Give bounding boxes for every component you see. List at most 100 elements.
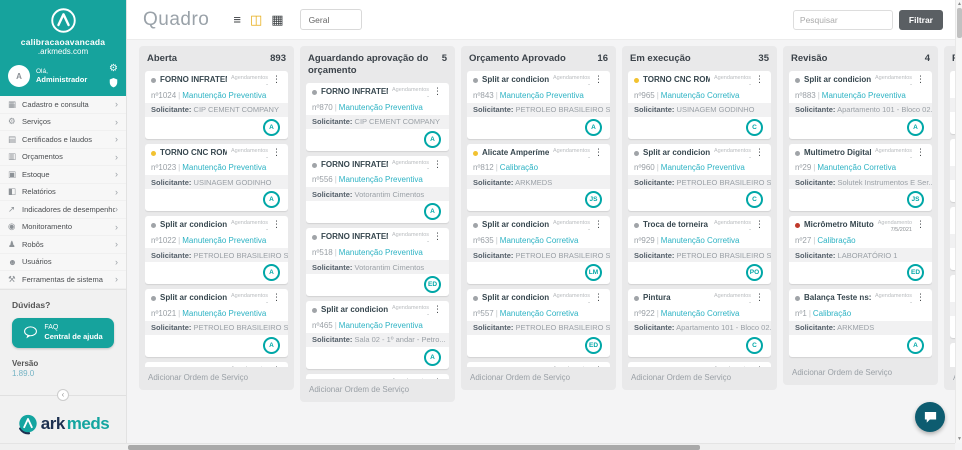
- order-card[interactable]: PinturaAgendamentos-⋮nº922|Manutenção Co…: [628, 289, 771, 357]
- maintenance-type-link[interactable]: Manutenção Corretiva: [500, 309, 579, 318]
- order-card[interactable]: Multimetro Digital F...Agendamentos-⋮nº2…: [789, 144, 932, 212]
- chat-button[interactable]: [915, 402, 945, 432]
- maintenance-type-link[interactable]: Manutenção Corretiva: [500, 236, 579, 245]
- sidebar-item-ferramentas-de-sistema[interactable]: ⚒Ferramentas de sistema›: [0, 271, 126, 289]
- scroll-up-arrow-icon[interactable]: ▲: [956, 1, 962, 7]
- maintenance-type-link[interactable]: Calibração: [813, 309, 851, 318]
- card-menu-icon[interactable]: ⋮: [432, 378, 443, 379]
- maintenance-type-link[interactable]: Manutenção Preventiva: [500, 91, 584, 100]
- card-menu-icon[interactable]: ⋮: [754, 75, 765, 84]
- settings-gear-icon[interactable]: ⚙: [109, 64, 118, 74]
- kanban-view-icon[interactable]: ◫: [250, 13, 262, 26]
- sidebar-item-certificados-e-laudos[interactable]: ▤Certificados e laudos›: [0, 131, 126, 149]
- maintenance-type-link[interactable]: Manutenção Corretiva: [661, 91, 740, 100]
- add-order-button[interactable]: Adicionar Ordem de Serviço: [789, 362, 932, 379]
- sidebar-item-robos[interactable]: ♟Robôs›: [0, 236, 126, 254]
- add-order-button[interactable]: Adicionar Ordem de Serviço: [145, 367, 288, 384]
- maintenance-type-link[interactable]: Manutenção Preventiva: [339, 248, 423, 257]
- search-input[interactable]: [793, 10, 893, 30]
- order-card[interactable]: FORNO INFRATEMP ROTA...Agendamentos-⋮nº8…: [306, 83, 449, 151]
- horizontal-scroll-thumb[interactable]: [128, 445, 700, 450]
- calendar-view-icon[interactable]: ▦: [271, 13, 283, 26]
- order-card[interactable]: Split ar condicionad...Agendamentos-⋮nº9…: [628, 144, 771, 212]
- maintenance-type-link[interactable]: Manutenção Preventiva: [339, 321, 423, 330]
- card-menu-icon[interactable]: ⋮: [271, 220, 282, 229]
- card-menu-icon[interactable]: ⋮: [915, 293, 926, 302]
- card-menu-icon[interactable]: ⋮: [593, 220, 604, 229]
- card-menu-icon[interactable]: ⋮: [593, 148, 604, 157]
- maintenance-type-link[interactable]: Manutenção Preventiva: [339, 103, 423, 112]
- horizontal-scrollbar[interactable]: [0, 443, 955, 450]
- add-order-button[interactable]: Adicionar Ordem de Serviço: [306, 379, 449, 396]
- card-menu-icon[interactable]: ⋮: [915, 75, 926, 84]
- shield-icon[interactable]: [109, 77, 118, 88]
- add-order-button[interactable]: Adicionar Ordem de Serviço: [467, 367, 610, 384]
- card-menu-icon[interactable]: ⋮: [915, 148, 926, 157]
- order-card[interactable]: FORNO INFRATEMP ROTA...Agendamentos-⋮nº1…: [145, 71, 288, 139]
- sidebar-item-indicadores-de-desempenho[interactable]: ↗Indicadores de desempenho›: [0, 201, 126, 219]
- order-card[interactable]: Troca de torneiraAgendamentos-⋮nº929|Man…: [628, 216, 771, 284]
- order-card[interactable]: Split ar condicionad...Agendamentos-⋮nº4…: [306, 301, 449, 369]
- card-menu-icon[interactable]: ⋮: [271, 366, 282, 367]
- order-card[interactable]: TORNO CNC ROMI Centu...Agendamentos-⋮nº9…: [628, 71, 771, 139]
- sidebar-item-estoque[interactable]: ▣Estoque›: [0, 166, 126, 184]
- card-menu-icon[interactable]: ⋮: [754, 148, 765, 157]
- order-card[interactable]: TORNO CNC ROMI Centu...Agendamentos-⋮nº1…: [145, 144, 288, 212]
- order-card[interactable]: PinturaAgendamentos-⋮nº263|Manutenção Co…: [467, 362, 610, 367]
- order-card[interactable]: Split ar condicionad...Agendamentos-⋮nº8…: [467, 71, 610, 139]
- card-menu-icon[interactable]: ⋮: [432, 305, 443, 314]
- sidebar-item-servicos[interactable]: ⚙Serviços›: [0, 114, 126, 132]
- card-menu-icon[interactable]: ⋮: [754, 293, 765, 302]
- sidebar-item-usuarios[interactable]: ☻Usuários›: [0, 254, 126, 272]
- order-card[interactable]: Micrômetro Mitutoyo ...Agendamento7/5/20…: [789, 216, 932, 284]
- order-card[interactable]: Balança Teste ns: ...Agendamentos-⋮nº1|C…: [789, 289, 932, 357]
- faq-help-button[interactable]: FAQ Central de ajuda: [12, 318, 114, 348]
- maintenance-type-link[interactable]: Manutenção Preventiva: [182, 91, 266, 100]
- card-menu-icon[interactable]: ⋮: [915, 220, 926, 229]
- order-card[interactable]: Split ar condicionad...Agendamentos-⋮nº1…: [145, 289, 288, 357]
- card-menu-icon[interactable]: ⋮: [271, 293, 282, 302]
- order-card[interactable]: FORNO INFRATEMP ROTA...Agendamentos-⋮nº5…: [306, 228, 449, 296]
- list-view-icon[interactable]: ≡: [233, 13, 241, 26]
- card-menu-icon[interactable]: ⋮: [271, 148, 282, 157]
- vertical-scroll-thumb[interactable]: [957, 8, 962, 38]
- card-menu-icon[interactable]: ⋮: [754, 220, 765, 229]
- card-menu-icon[interactable]: ⋮: [593, 366, 604, 367]
- maintenance-type-link[interactable]: Manutenção Preventiva: [822, 91, 906, 100]
- card-menu-icon[interactable]: ⋮: [432, 87, 443, 96]
- order-card[interactable]: Alicate Amperímetro ...Agendamentos-⋮nº8…: [467, 144, 610, 212]
- sidebar-item-cadastro-e-consulta[interactable]: ▦Cadastro e consulta›: [0, 96, 126, 114]
- maintenance-type-link[interactable]: Manutenção Corretiva: [661, 309, 740, 318]
- maintenance-type-link[interactable]: Manutenção Preventiva: [182, 309, 266, 318]
- order-card[interactable]: Split ar condicionad...Agendamentos-⋮nº1…: [145, 362, 288, 367]
- order-card[interactable]: Split ar condicionad...Agendamentos-⋮nº8…: [789, 71, 932, 139]
- order-card[interactable]: CMF100 Micro Motion ...Agendamentos-⋮nº1…: [306, 374, 449, 379]
- card-menu-icon[interactable]: ⋮: [271, 75, 282, 84]
- card-menu-icon[interactable]: ⋮: [593, 75, 604, 84]
- card-menu-icon[interactable]: ⋮: [432, 160, 443, 169]
- maintenance-type-link[interactable]: Manutenção Preventiva: [182, 163, 266, 172]
- card-menu-icon[interactable]: ⋮: [593, 293, 604, 302]
- maintenance-type-link[interactable]: Manutenção Corretiva: [661, 236, 740, 245]
- maintenance-type-link[interactable]: Calibração: [817, 236, 855, 245]
- order-card[interactable]: FORNO INFRATEMP ROTA...Agendamentos-⋮nº5…: [306, 156, 449, 224]
- maintenance-type-link[interactable]: Manutenção Corretiva: [817, 163, 896, 172]
- order-card[interactable]: Split ar condicionad...Agendamentos-⋮nº8…: [628, 362, 771, 367]
- sidebar-item-relatorios[interactable]: ◧Relatórios›: [0, 184, 126, 202]
- maintenance-type-link[interactable]: Calibração: [500, 163, 538, 172]
- maintenance-type-link[interactable]: Manutenção Preventiva: [661, 163, 745, 172]
- sidebar-item-monitoramento[interactable]: ◉Monitoramento›: [0, 219, 126, 237]
- maintenance-type-link[interactable]: Manutenção Preventiva: [339, 175, 423, 184]
- order-card[interactable]: Split ar condicionad...Agendamentos-⋮nº5…: [467, 289, 610, 357]
- scroll-down-arrow-icon[interactable]: ▼: [956, 436, 962, 442]
- board-selector[interactable]: Geral: [300, 9, 362, 30]
- order-card[interactable]: Split ar condicionad...Agendamentos-⋮nº1…: [145, 216, 288, 284]
- maintenance-type-link[interactable]: Manutenção Preventiva: [182, 236, 266, 245]
- filter-button[interactable]: Filtrar: [899, 10, 943, 30]
- card-menu-icon[interactable]: ⋮: [432, 232, 443, 241]
- sidebar-collapse-toggle[interactable]: ‹: [57, 389, 69, 401]
- sidebar-item-orcamentos[interactable]: ▥Orçamentos›: [0, 149, 126, 167]
- order-card[interactable]: Split ar condicionad...Agendamentos-⋮nº6…: [467, 216, 610, 284]
- add-order-button[interactable]: Adicionar Ordem de Serviço: [628, 367, 771, 384]
- card-menu-icon[interactable]: ⋮: [754, 366, 765, 367]
